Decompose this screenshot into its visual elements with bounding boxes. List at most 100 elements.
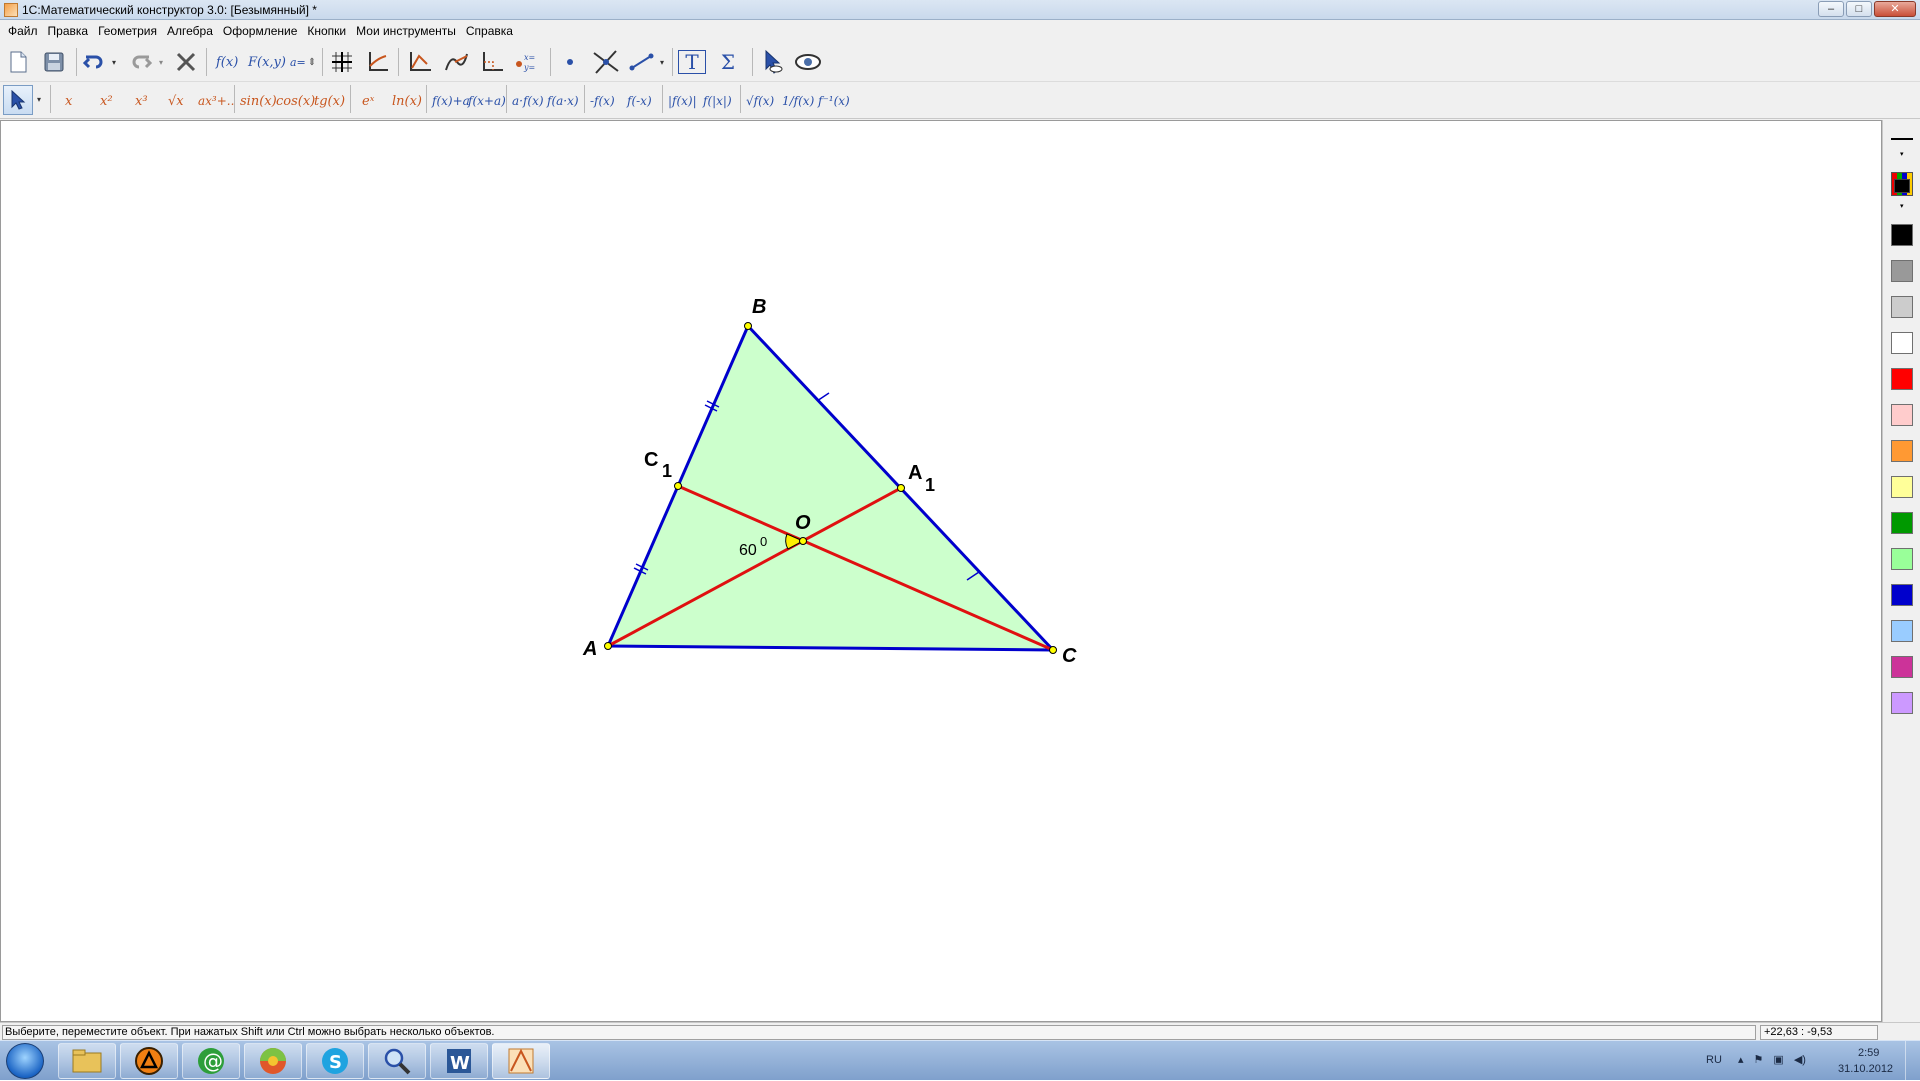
func-shift-x[interactable]: f(x+a) [468,87,506,115]
graph-icon[interactable] [406,48,434,76]
color-swatch[interactable] [1891,620,1913,642]
menu-algebra[interactable]: Алгебра [162,24,218,38]
new-file-icon[interactable] [4,48,32,76]
intersection-icon[interactable] [592,48,620,76]
eye-icon[interactable] [794,48,822,76]
func-tg[interactable]: tg(x) [314,87,345,115]
minimize-button[interactable]: – [1818,1,1844,17]
clock-date[interactable]: 31.10.2012 [1838,1063,1893,1075]
undo-icon[interactable] [80,48,108,76]
point-b[interactable] [744,322,752,330]
implicit-function-button[interactable]: F(x,y) [246,48,288,76]
func-negate[interactable]: -f(x) [590,87,615,115]
point-c1[interactable] [674,482,682,490]
point-icon[interactable] [556,48,584,76]
menu-geometry[interactable]: Геометрия [93,24,162,38]
segment-dropdown-icon[interactable]: ▾ [656,48,668,76]
text-icon[interactable]: T [678,50,706,74]
select-tool-button[interactable] [3,85,33,115]
grid-icon[interactable] [328,48,356,76]
save-icon[interactable] [40,48,68,76]
point-a[interactable] [604,642,612,650]
func-abs-arg[interactable]: f(|x|) [703,87,732,115]
color-swatch[interactable] [1891,296,1913,318]
func-sqrt[interactable]: √x [168,87,184,115]
point-table-icon[interactable]: x= y= [514,48,542,76]
network-icon[interactable]: ▣ [1773,1053,1783,1066]
func-abs[interactable]: |f(x)| [668,87,697,115]
current-color-swatch[interactable] [1891,172,1913,196]
menu-buttons[interactable]: Кнопки [302,24,351,38]
menu-edit[interactable]: Правка [43,24,94,38]
undo-dropdown-icon[interactable]: ▾ [108,48,120,76]
menu-file[interactable]: Файл [3,24,43,38]
segment-icon[interactable] [628,48,656,76]
color-swatch[interactable] [1891,692,1913,714]
sum-icon[interactable]: Σ [714,48,742,76]
color-swatch[interactable] [1891,476,1913,498]
func-polynomial[interactable]: ax³+.. [198,87,234,115]
color-swatch[interactable] [1891,512,1913,534]
start-button[interactable] [6,1043,44,1079]
func-shift-y[interactable]: f(x)+a [432,87,470,115]
word-icon[interactable]: W [430,1043,488,1079]
search-tool-icon[interactable] [368,1043,426,1079]
clock-time[interactable]: 2:59 [1858,1047,1879,1059]
func-inverse[interactable]: f⁻¹(x) [818,87,850,115]
maximize-button[interactable]: □ [1846,1,1872,17]
color-swatch[interactable] [1891,224,1913,246]
func-x[interactable]: x [65,87,72,115]
color-swatch[interactable] [1891,656,1913,678]
func-exp[interactable]: eˣ [362,87,374,115]
explorer-icon[interactable] [58,1043,116,1079]
func-sqrt-f[interactable]: √f(x) [746,87,774,115]
language-indicator[interactable]: RU [1706,1054,1722,1066]
coordinate-icon[interactable] [478,48,506,76]
line-style-sample[interactable] [1891,138,1913,140]
redo-dropdown-icon[interactable]: ▾ [155,48,167,76]
menu-help[interactable]: Справка [461,24,518,38]
show-desktop-button[interactable] [1905,1041,1920,1081]
mail-icon[interactable]: @ [182,1043,240,1079]
color-swatch[interactable] [1891,332,1913,354]
menu-my-tools[interactable]: Мои инструменты [351,24,461,38]
menu-design[interactable]: Оформление [218,24,302,38]
color-swatch[interactable] [1891,260,1913,282]
drawing-canvas[interactable]: A B C C 1 A 1 O 60 0 [0,120,1882,1022]
redo-icon[interactable] [127,48,155,76]
func-reflect-x[interactable]: f(-x) [627,87,652,115]
color-swatch[interactable] [1891,368,1913,390]
point-c[interactable] [1049,646,1057,654]
func-sin[interactable]: sin(x) [240,87,277,115]
func-scale-y[interactable]: a·f(x) [512,87,544,115]
color-dropdown-icon[interactable]: ▾ [1900,202,1904,210]
cursor-eye-icon[interactable] [758,48,786,76]
flag-icon[interactable]: ⚑ [1754,1053,1764,1066]
show-hidden-icons-icon[interactable]: ▴ [1738,1053,1744,1066]
parameter-button[interactable]: a= ⇕ [288,48,318,76]
avast-icon[interactable] [120,1043,178,1079]
curve-icon[interactable] [442,48,470,76]
axes-icon[interactable] [364,48,392,76]
func-x-cubed[interactable]: x³ [135,87,148,115]
close-button[interactable]: ✕ [1874,1,1916,17]
delete-icon[interactable] [172,48,200,76]
point-a1[interactable] [897,484,905,492]
skype-icon[interactable]: S [306,1043,364,1079]
volume-icon[interactable]: ◀) [1794,1053,1806,1066]
color-swatch[interactable] [1891,548,1913,570]
point-o[interactable] [799,537,807,545]
math-constructor-icon[interactable] [492,1043,550,1079]
select-tool-dropdown-icon[interactable]: ▾ [34,85,44,113]
func-reciprocal[interactable]: 1/f(x) [782,87,814,115]
chrome-like-icon[interactable] [244,1043,302,1079]
func-ln[interactable]: ln(x) [392,87,422,115]
color-swatch[interactable] [1891,404,1913,426]
color-swatch[interactable] [1891,584,1913,606]
func-x-squared[interactable]: x² [100,87,113,115]
line-style-dropdown-icon[interactable]: ▾ [1900,150,1904,158]
function-button[interactable]: f(x) [214,48,240,76]
color-swatch[interactable] [1891,440,1913,462]
func-scale-x[interactable]: f(a·x) [547,87,579,115]
func-cos[interactable]: cos(x) [276,87,315,115]
